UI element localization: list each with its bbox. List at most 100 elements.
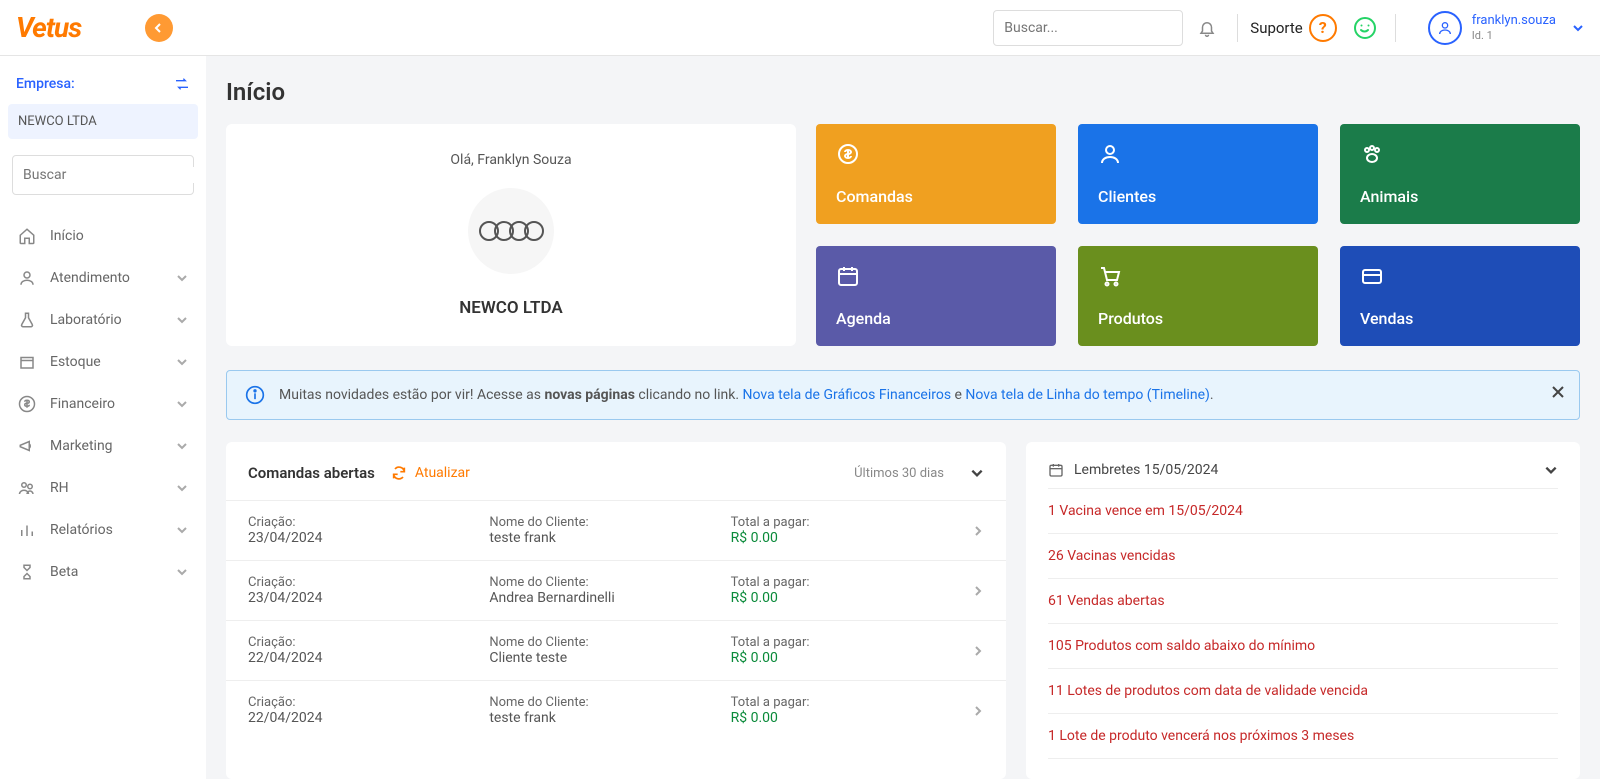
- nav-item-marketing[interactable]: Marketing: [8, 425, 198, 467]
- nav-item-financeiro[interactable]: Financeiro: [8, 383, 198, 425]
- tile-produtos[interactable]: Produtos: [1078, 246, 1318, 346]
- megaphone-icon: [18, 437, 36, 455]
- tile-label: Agenda: [836, 309, 1036, 328]
- calendar-icon: [836, 264, 860, 288]
- person-icon: [18, 269, 36, 287]
- chevron-down-icon: [176, 566, 188, 578]
- order-row[interactable]: Criação:22/04/2024 Nome do Cliente:teste…: [226, 680, 1006, 740]
- chart-icon: [18, 521, 36, 539]
- nav-item-laboratório[interactable]: Laboratório: [8, 299, 198, 341]
- chevron-right-icon: [972, 645, 984, 657]
- receipt-icon: [836, 142, 860, 166]
- refresh-button[interactable]: Atualizar: [391, 465, 470, 481]
- chevron-down-icon: [1544, 463, 1558, 477]
- swap-empresa-button[interactable]: [174, 76, 190, 92]
- nav-label: Atendimento: [50, 270, 130, 286]
- empresa-label: Empresa:: [16, 76, 75, 92]
- banner-link-timeline[interactable]: Nova tela de Linha do tempo (Timeline): [965, 387, 1209, 403]
- order-row[interactable]: Criação:23/04/2024 Nome do Cliente:Andre…: [226, 560, 1006, 620]
- tile-label: Produtos: [1098, 309, 1298, 328]
- company-logo: [468, 188, 554, 274]
- support-button[interactable]: Suporte ?: [1250, 14, 1336, 42]
- sidebar-search-input[interactable]: [23, 167, 201, 183]
- nav-item-relatórios[interactable]: Relatórios: [8, 509, 198, 551]
- chevron-right-icon: [972, 525, 984, 537]
- chevron-left-icon: [154, 23, 164, 33]
- tile-label: Comandas: [836, 187, 1036, 206]
- people-icon: [18, 479, 36, 497]
- nav-item-rh[interactable]: RH: [8, 467, 198, 509]
- nav-label: Relatórios: [50, 522, 113, 538]
- lembrete-item[interactable]: 1 Vacina vence em 15/05/2024: [1048, 488, 1558, 534]
- flask-icon: [18, 311, 36, 329]
- nav-label: Estoque: [50, 354, 101, 370]
- chevron-down-icon: [176, 524, 188, 536]
- support-label: Suporte: [1250, 19, 1302, 37]
- chevron-right-icon: [972, 705, 984, 717]
- nav-label: Beta: [50, 564, 78, 580]
- username: franklyn.souza: [1472, 13, 1556, 29]
- page-title: Início: [226, 78, 1580, 106]
- sidebar-collapse-button[interactable]: [145, 14, 173, 42]
- chevron-right-icon: [972, 585, 984, 597]
- nav-item-início[interactable]: Início: [8, 215, 198, 257]
- order-row[interactable]: Criação:22/04/2024 Nome do Cliente:Clien…: [226, 620, 1006, 680]
- nav-item-estoque[interactable]: Estoque: [8, 341, 198, 383]
- sidebar-search[interactable]: [12, 155, 194, 195]
- box-icon: [18, 353, 36, 371]
- lembretes-title: Lembretes 15/05/2024: [1074, 462, 1218, 478]
- user-icon: [1098, 142, 1122, 166]
- period-selector[interactable]: Últimos 30 dias: [854, 466, 944, 481]
- global-search-input[interactable]: [1004, 20, 1182, 36]
- notifications-button[interactable]: [1189, 10, 1225, 46]
- home-icon: [18, 227, 36, 245]
- nav-item-atendimento[interactable]: Atendimento: [8, 257, 198, 299]
- paw-icon: [1360, 142, 1384, 166]
- lembrete-item[interactable]: 26 Vacinas vencidas: [1048, 534, 1558, 579]
- comandas-title: Comandas abertas: [248, 464, 375, 482]
- avatar: [1428, 11, 1462, 45]
- user-menu[interactable]: franklyn.souza Id. 1: [1428, 11, 1584, 45]
- lembrete-item[interactable]: 11 Lotes de produtos com data de validad…: [1048, 669, 1558, 714]
- chevron-down-icon: [176, 482, 188, 494]
- tile-agenda[interactable]: Agenda: [816, 246, 1056, 346]
- info-icon: [245, 385, 265, 405]
- nav-label: Marketing: [50, 438, 113, 454]
- whatsapp-button[interactable]: [1347, 10, 1383, 46]
- tile-vendas[interactable]: Vendas: [1340, 246, 1580, 346]
- hourglass-icon: [18, 563, 36, 581]
- lembrete-item[interactable]: 1 Lote de produto vencerá nos próximos 3…: [1048, 714, 1558, 759]
- chevron-down-icon: [176, 272, 188, 284]
- lembretes-toggle[interactable]: [1544, 463, 1558, 477]
- tile-clientes[interactable]: Clientes: [1078, 124, 1318, 224]
- chevron-down-icon: [1572, 22, 1584, 34]
- card-icon: [1360, 264, 1384, 288]
- banner-link-graficos[interactable]: Nova tela de Gráficos Financeiros: [743, 387, 952, 403]
- nav-label: Financeiro: [50, 396, 115, 412]
- sidebar: Empresa: NEWCO LTDA Início Atendimento Lab…: [0, 56, 206, 779]
- tile-label: Vendas: [1360, 309, 1560, 328]
- tile-comandas[interactable]: Comandas: [816, 124, 1056, 224]
- order-row[interactable]: Criação:23/04/2024 Nome do Cliente:teste…: [226, 500, 1006, 560]
- lembrete-item[interactable]: 61 Vendas abertas: [1048, 579, 1558, 624]
- calendar-icon: [1048, 462, 1064, 478]
- lembrete-item[interactable]: 105 Produtos com saldo abaixo do mínimo: [1048, 624, 1558, 669]
- tile-animais[interactable]: Animais: [1340, 124, 1580, 224]
- swap-icon: [174, 76, 190, 92]
- tile-label: Animais: [1360, 187, 1560, 206]
- comandas-panel: Comandas abertas Atualizar Últimos 30 di…: [226, 442, 1006, 779]
- greeting: Olá, Franklyn Souza: [450, 152, 571, 168]
- empresa-name[interactable]: NEWCO LTDA: [8, 104, 198, 139]
- user-id: Id. 1: [1472, 29, 1556, 42]
- chevron-down-icon: [176, 356, 188, 368]
- chevron-down-icon[interactable]: [970, 466, 984, 480]
- welcome-card: Olá, Franklyn Souza NEWCO LTDA: [226, 124, 796, 346]
- help-icon: ?: [1309, 14, 1337, 42]
- banner-close-button[interactable]: [1551, 385, 1565, 399]
- refresh-icon: [391, 465, 407, 481]
- nav-item-beta[interactable]: Beta: [8, 551, 198, 593]
- global-search[interactable]: [993, 10, 1183, 46]
- lembretes-panel: Lembretes 15/05/2024 1 Vacina vence em 1…: [1026, 442, 1580, 779]
- user-icon: [1437, 20, 1453, 36]
- logo[interactable]: Vetus: [16, 11, 81, 44]
